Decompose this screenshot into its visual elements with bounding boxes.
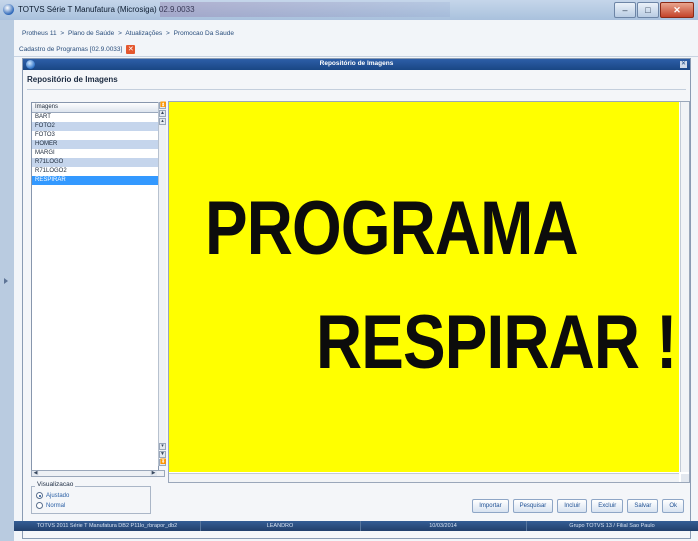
- window-controls: – □ ✕: [614, 2, 694, 18]
- radio-ajustado[interactable]: Ajustado: [36, 492, 69, 499]
- radio-unselected-icon[interactable]: [36, 502, 43, 509]
- dialog-titlebar: Repositório de Imagens ✕: [23, 59, 690, 70]
- image-preview[interactable]: PROGRAMA RESPIRAR !: [168, 101, 690, 483]
- breadcrumb-item-plano-de-saude[interactable]: Plano de Saúde: [68, 30, 114, 37]
- poster-line-2: RESPIRAR !: [316, 300, 677, 385]
- breadcrumb-item-atualizacoes[interactable]: Atualizações: [125, 30, 162, 37]
- scroll-corner: [681, 474, 689, 482]
- list-vertical-scrollbar[interactable]: ⏫ ▲ ▴ ▾ ▼ ⏬: [158, 102, 166, 466]
- scroll-left-icon[interactable]: ◀: [32, 471, 39, 476]
- import-button[interactable]: Importar: [472, 499, 509, 513]
- scroll-down-icon[interactable]: ▼: [159, 451, 166, 458]
- breadcrumb-item-promocao[interactable]: Promocao Da Saude: [174, 30, 234, 37]
- list-item-foto2[interactable]: FOTO2: [32, 122, 158, 131]
- expand-arrow-icon: [4, 278, 8, 284]
- close-dialog-icon[interactable]: ✕: [680, 61, 687, 68]
- scroll-page-down-icon[interactable]: ▾: [159, 443, 166, 450]
- app-icon: [3, 4, 14, 15]
- page-title: Repositório de Imagens: [27, 75, 118, 84]
- minimize-button[interactable]: –: [614, 2, 636, 18]
- status-date: 10/03/2014: [360, 521, 527, 531]
- status-user: LEANDRO: [200, 521, 361, 531]
- radio-selected-icon[interactable]: [36, 492, 43, 499]
- status-group: Grupo TOTVS 13 / Filial Sao Paulo: [569, 523, 655, 529]
- tab-cadastro-programas[interactable]: Cadastro de Programas [02.9.0033] ✕: [19, 45, 136, 54]
- scroll-bottom-icon[interactable]: ⏬: [159, 459, 166, 466]
- radio-normal[interactable]: Normal: [36, 502, 65, 509]
- list-item-homer[interactable]: HOMER: [32, 140, 158, 149]
- delete-button[interactable]: Excluir: [591, 499, 624, 513]
- view-mode-label: Visualizacao: [35, 481, 76, 488]
- window-titlebar: TOTVS Série T Manufatura (Microsiga) 02.…: [0, 0, 698, 21]
- list-horizontal-scrollbar[interactable]: ◀ ▶: [31, 470, 165, 477]
- side-panel-toggle[interactable]: [0, 20, 15, 541]
- preview-vertical-scrollbar[interactable]: [680, 102, 689, 472]
- main-area: Protheus 11 > Plano de Saúde > Atualizaç…: [14, 20, 698, 541]
- breadcrumb: Protheus 11 > Plano de Saúde > Atualizaç…: [22, 30, 236, 37]
- action-buttons: Importar Pesquisar Incluir Excluir Salva…: [472, 499, 684, 513]
- poster-image: PROGRAMA RESPIRAR !: [169, 102, 679, 472]
- breadcrumb-separator: >: [118, 30, 122, 37]
- breadcrumb-item-protheus[interactable]: Protheus 11: [22, 30, 57, 37]
- divider: [27, 89, 686, 90]
- save-button[interactable]: Salvar: [627, 499, 659, 513]
- add-button[interactable]: Incluir: [557, 499, 588, 513]
- list-column-header[interactable]: Imagens: [32, 103, 158, 113]
- list-item-foto3[interactable]: FOTO3: [32, 131, 158, 140]
- maximize-button[interactable]: □: [637, 2, 659, 18]
- radio-ajustado-label: Ajustado: [46, 492, 70, 499]
- dialog-title: Repositório de Imagens: [319, 60, 394, 67]
- ok-button[interactable]: Ok: [662, 499, 684, 513]
- close-window-button[interactable]: ✕: [660, 2, 694, 18]
- list-item-respirar[interactable]: RESPIRAR: [32, 176, 158, 185]
- titlebar-overlay: [160, 2, 450, 17]
- close-tab-icon[interactable]: ✕: [126, 45, 136, 54]
- poster-line-1: PROGRAMA: [205, 186, 579, 271]
- scroll-top-icon[interactable]: ⏫: [159, 102, 166, 109]
- breadcrumb-separator: >: [60, 30, 65, 37]
- scroll-page-up-icon[interactable]: ▴: [159, 118, 166, 125]
- image-list[interactable]: Imagens BART FOTO2 FOTO3 HOMER MARGI R71…: [31, 102, 159, 476]
- status-bar: TOTVS 2011 Série T Manufatura DB2 P11lo_…: [14, 521, 698, 531]
- image-repository-dialog: Repositório de Imagens ✕ Repositório de …: [22, 58, 691, 539]
- scroll-right-icon[interactable]: ▶: [150, 471, 157, 476]
- search-button[interactable]: Pesquisar: [512, 499, 554, 513]
- tab-label: Cadastro de Programas [02.9.0033]: [19, 46, 123, 53]
- scroll-up-icon[interactable]: ▲: [159, 110, 166, 117]
- breadcrumb-separator: >: [166, 30, 170, 37]
- tab-strip: Cadastro de Programas [02.9.0033] ✕: [14, 42, 698, 57]
- list-item-r71logo2[interactable]: R71LOGO2: [32, 167, 158, 176]
- preview-horizontal-scrollbar[interactable]: [169, 473, 679, 482]
- list-item-bart[interactable]: BART: [32, 113, 158, 122]
- radio-normal-label: Normal: [46, 502, 66, 509]
- list-item-margi[interactable]: MARGI: [32, 149, 158, 158]
- status-app: TOTVS 2011 Série T Manufatura DB2 P11lo_…: [14, 521, 201, 531]
- view-mode-group: Visualizacao Ajustado Normal: [31, 481, 151, 514]
- list-item-r71logo[interactable]: R71LOGO: [32, 158, 158, 167]
